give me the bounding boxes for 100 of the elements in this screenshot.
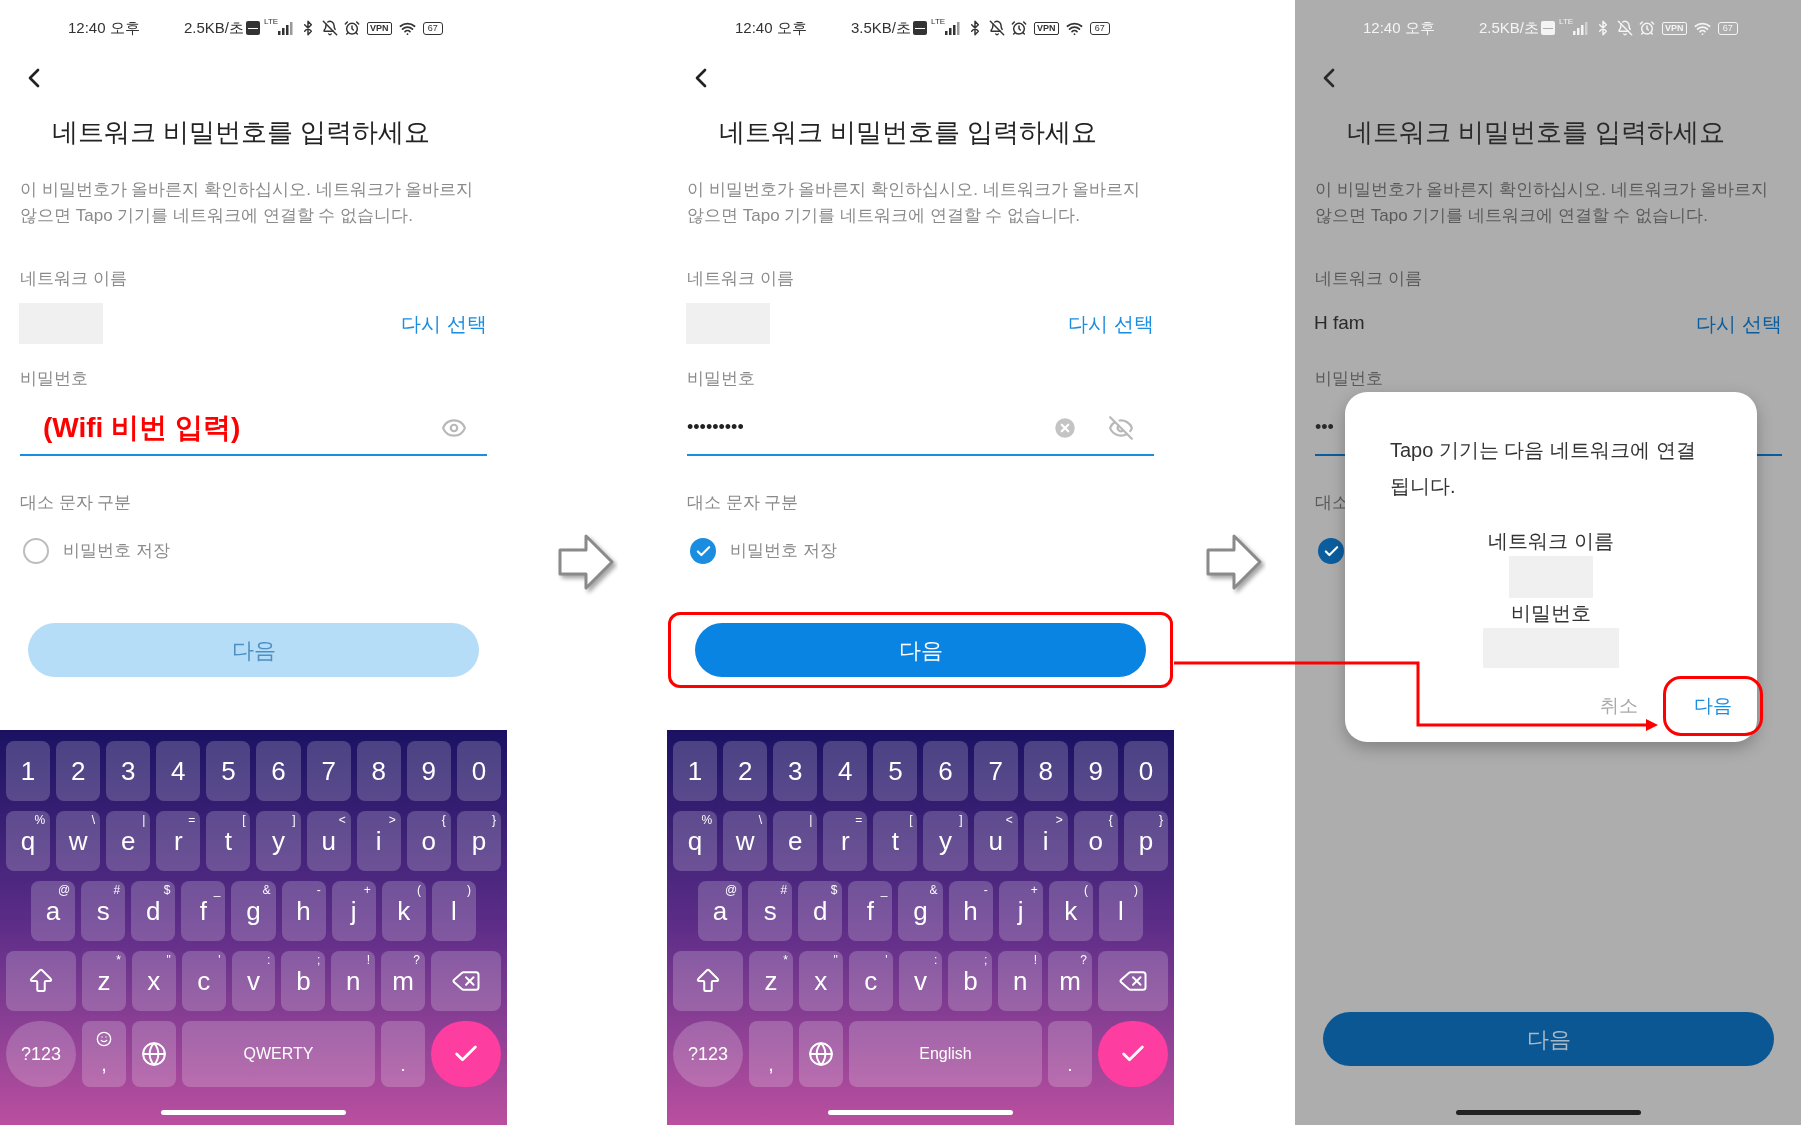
keyboard-key[interactable]: @ a xyxy=(31,881,76,941)
keyboard-key[interactable]: 3 xyxy=(773,741,818,801)
keyboard-key[interactable]: 8 xyxy=(1023,741,1068,801)
keyboard-key[interactable]: - h xyxy=(281,881,326,941)
keyboard-key[interactable]: 9 xyxy=(406,741,451,801)
keyboard-key[interactable]: > i xyxy=(1023,811,1068,871)
keyboard-key[interactable]: % q xyxy=(6,811,51,871)
keyboard-key[interactable]: | e xyxy=(106,811,151,871)
keyboard-key[interactable]: & g xyxy=(231,881,276,941)
keyboard-key[interactable]: = r xyxy=(156,811,201,871)
keyboard-key[interactable]: _ f xyxy=(848,881,893,941)
keyboard-key[interactable]: - h xyxy=(948,881,993,941)
keyboard-key[interactable]: % q xyxy=(673,811,718,871)
keyboard-key[interactable]: | e xyxy=(773,811,818,871)
period-key[interactable]: . xyxy=(1048,1021,1092,1087)
keyboard-key[interactable]: _ f xyxy=(181,881,226,941)
keyboard-key[interactable]: " x xyxy=(798,951,843,1011)
description-text: 이 비밀번호가 올바른지 확인하십시오. 네트워크가 올바르지 않으면 Tapo 기기를 네트워크에 연결할 수 없습니다. xyxy=(1314,179,1770,227)
shift-key[interactable] xyxy=(6,951,76,1011)
keyboard-key[interactable]: & g xyxy=(898,881,943,941)
keyboard-key[interactable]: ! n xyxy=(998,951,1043,1011)
keyboard-key[interactable]: @ a xyxy=(698,881,743,941)
keyboard-key[interactable]: > i xyxy=(356,811,401,871)
reselect-link[interactable]: 다시 선택 xyxy=(401,308,487,339)
keyboard-key[interactable]: 0 xyxy=(456,741,501,801)
keyboard-key[interactable]: $ d xyxy=(798,881,843,941)
keyboard-key[interactable]: $ d xyxy=(131,881,176,941)
field-label: 비밀번호 xyxy=(20,368,88,390)
keyboard-key[interactable]: \ w xyxy=(723,811,768,871)
keyboard-key[interactable]: 6 xyxy=(256,741,301,801)
space-bar[interactable]: QWERTY xyxy=(182,1021,375,1087)
keyboard-key[interactable]: 1 xyxy=(673,741,718,801)
checkbox[interactable] xyxy=(1318,538,1344,564)
space-bar[interactable]: English xyxy=(849,1021,1042,1087)
language-key[interactable] xyxy=(132,1021,176,1087)
keyboard-key[interactable]: < u xyxy=(306,811,351,871)
confirm-button[interactable]: 다음 xyxy=(1684,685,1742,727)
keyboard-key[interactable]: = r xyxy=(823,811,868,871)
next-button[interactable]: 다음 xyxy=(695,623,1146,677)
keyboard-key[interactable]: 6 xyxy=(923,741,968,801)
keyboard-key[interactable]: 1 xyxy=(6,741,51,801)
keyboard-key[interactable]: ; b xyxy=(281,951,326,1011)
signal-icon xyxy=(278,21,295,35)
keyboard-key[interactable]: + j xyxy=(331,881,376,941)
keyboard-key[interactable]: 9 xyxy=(1073,741,1118,801)
keyboard-key[interactable]: ' c xyxy=(848,951,893,1011)
keyboard-key[interactable]: " x xyxy=(131,951,176,1011)
keyboard-key[interactable]: ' c xyxy=(181,951,226,1011)
comma-key[interactable]: , xyxy=(749,1021,793,1087)
description-text: 이 비밀번호가 올바른지 확인하십시오. 네트워크가 올바르지 않으면 Tapo 기기를 네트워크에 연결할 수 없습니다. xyxy=(19,179,475,227)
keyboard-key[interactable]: 4 xyxy=(823,741,868,801)
keyboard-key[interactable]: 2 xyxy=(723,741,768,801)
keyboard-key[interactable]: 2 xyxy=(56,741,101,801)
keyboard-key[interactable]: [ t xyxy=(873,811,918,871)
keyboard-key[interactable]: 5 xyxy=(873,741,918,801)
comma-key[interactable]: , xyxy=(82,1021,126,1087)
checkbox[interactable] xyxy=(23,538,49,564)
keyboard-key[interactable]: # s xyxy=(748,881,793,941)
keyboard-key[interactable]: ? m xyxy=(381,951,425,1011)
shift-key[interactable] xyxy=(673,951,743,1011)
keyboard-key[interactable]: { o xyxy=(406,811,451,871)
keyboard-key[interactable]: ) l xyxy=(431,881,476,941)
symbols-key[interactable]: ?123 xyxy=(6,1021,76,1087)
keyboard-key[interactable]: 7 xyxy=(973,741,1018,801)
symbols-key[interactable]: ?123 xyxy=(673,1021,743,1087)
keyboard-key[interactable]: < u xyxy=(973,811,1018,871)
keyboard-key[interactable]: ! n xyxy=(331,951,376,1011)
keyboard-key[interactable]: 5 xyxy=(206,741,251,801)
keyboard-key[interactable]: 3 xyxy=(106,741,151,801)
signal-icon xyxy=(945,21,962,35)
keyboard-key[interactable]: ] y xyxy=(923,811,968,871)
keyboard-key[interactable]: 7 xyxy=(306,741,351,801)
keyboard-key[interactable]: : v xyxy=(231,951,276,1011)
backspace-key[interactable] xyxy=(1098,951,1168,1011)
keyboard-key[interactable]: * z xyxy=(749,951,793,1011)
keyboard-key[interactable]: ; b xyxy=(948,951,993,1011)
keyboard-key[interactable]: ( k xyxy=(381,881,426,941)
reselect-link[interactable]: 다시 선택 xyxy=(1068,308,1154,339)
keyboard-key[interactable]: ? m xyxy=(1048,951,1092,1011)
keyboard-key[interactable]: ] y xyxy=(256,811,301,871)
backspace-key[interactable] xyxy=(431,951,501,1011)
keyboard-key[interactable]: \ w xyxy=(56,811,101,871)
keyboard-key[interactable]: { o xyxy=(1073,811,1118,871)
keyboard-key[interactable]: # s xyxy=(81,881,126,941)
keyboard-key[interactable]: } p xyxy=(1123,811,1168,871)
checkbox[interactable] xyxy=(690,538,716,564)
language-key[interactable] xyxy=(799,1021,843,1087)
keyboard-key[interactable]: 0 xyxy=(1123,741,1168,801)
keyboard-key[interactable]: + j xyxy=(998,881,1043,941)
keyboard-key[interactable]: [ t xyxy=(206,811,251,871)
password-field[interactable]: (Wifi 비번 입력) xyxy=(20,401,487,456)
keyboard-key[interactable]: : v xyxy=(898,951,943,1011)
keyboard-key[interactable]: 8 xyxy=(356,741,401,801)
keyboard-key[interactable]: } p xyxy=(456,811,501,871)
next-button[interactable]: 다음 xyxy=(1323,1012,1774,1066)
period-key[interactable]: . xyxy=(381,1021,425,1087)
keyboard-key[interactable]: * z xyxy=(82,951,126,1011)
keyboard-key[interactable]: 4 xyxy=(156,741,201,801)
keyboard-key[interactable]: ) l xyxy=(1098,881,1143,941)
keyboard-key[interactable]: ( k xyxy=(1048,881,1093,941)
